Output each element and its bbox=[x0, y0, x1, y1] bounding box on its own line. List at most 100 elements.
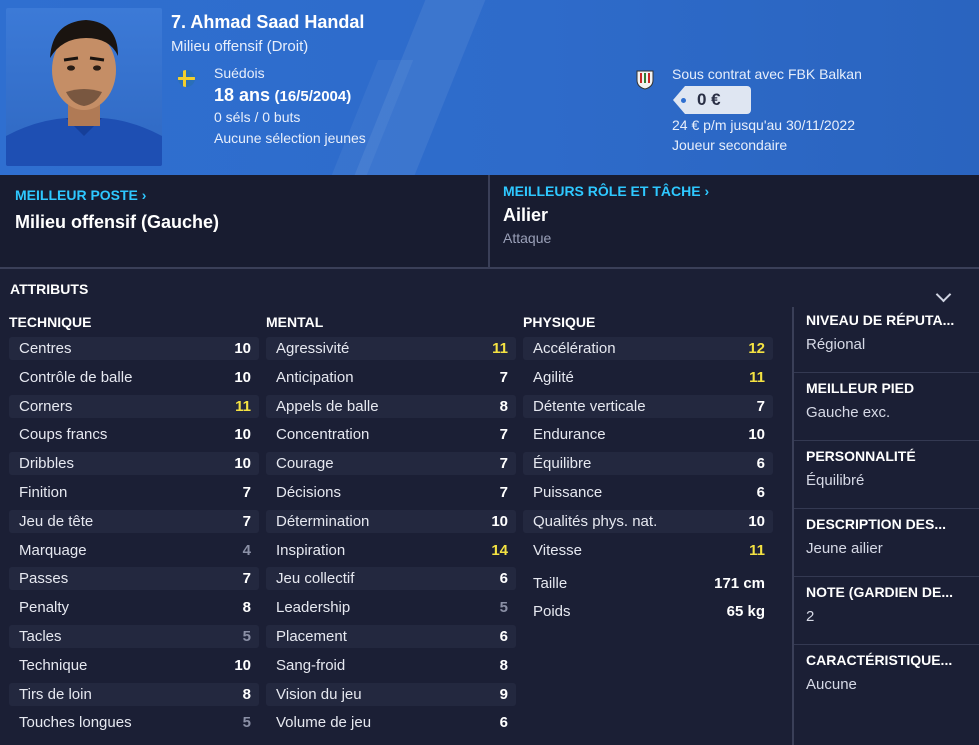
attribute-row-placement[interactable]: Placement 6 bbox=[266, 624, 516, 648]
attribute-name: Touches longues bbox=[19, 714, 132, 732]
attribute-row-technique[interactable]: Technique 10 bbox=[9, 654, 259, 677]
player-value: 0 € bbox=[697, 90, 721, 109]
attribute-row-endurance[interactable]: Endurance 10 bbox=[523, 423, 773, 446]
attribute-row-corners[interactable]: Corners 11 bbox=[9, 394, 259, 418]
player-info-column: NIVEAU DE RÉPUTA... Régional MEILLEUR PIED… bbox=[792, 307, 979, 745]
attribute-row-detente-verticale[interactable]: Détente verticale 7 bbox=[523, 394, 773, 418]
youth-caps: Aucune sélection jeunes bbox=[214, 130, 366, 146]
attribute-row-inspiration[interactable]: Inspiration 14 bbox=[266, 539, 516, 562]
attribute-row-penalty[interactable]: Penalty 8 bbox=[9, 596, 259, 619]
attribute-row-equilibre[interactable]: Équilibre 6 bbox=[523, 452, 773, 476]
attribute-row-touches-longues[interactable]: Touches longues 5 bbox=[9, 711, 259, 734]
attribute-row-tirs-de-loin[interactable]: Tirs de loin 8 bbox=[9, 682, 259, 706]
attribute-row-appels-de-balle[interactable]: Appels de balle 8 bbox=[266, 394, 516, 418]
contract-club[interactable]: Sous contrat avec FBK Balkan bbox=[672, 66, 862, 82]
attribute-row-passes[interactable]: Passes 7 bbox=[9, 567, 259, 591]
attribute-name: Penalty bbox=[19, 599, 70, 617]
attribute-row-tacles[interactable]: Tacles 5 bbox=[9, 624, 259, 648]
player-photo bbox=[6, 8, 162, 166]
attribute-name: Technique bbox=[19, 656, 88, 674]
attribute-name: Contrôle de balle bbox=[19, 368, 133, 386]
attribute-value: 12 bbox=[748, 340, 765, 357]
attribute-row-decisions[interactable]: Décisions 7 bbox=[266, 481, 516, 504]
attribute-value: 11 bbox=[749, 541, 765, 559]
attribute-row-leadership[interactable]: Leadership 5 bbox=[266, 596, 516, 619]
divider bbox=[794, 372, 979, 373]
attribute-row-controle-de-balle[interactable]: Contrôle de balle 10 bbox=[9, 366, 259, 389]
attribute-row-puissance[interactable]: Puissance 6 bbox=[523, 481, 773, 504]
attribute-value: 9 bbox=[499, 685, 508, 703]
attribute-value: 14 bbox=[491, 541, 508, 559]
wage-info: 24 € p/m jusqu'au 30/11/2022 bbox=[672, 117, 855, 133]
attribute-name: Agressivité bbox=[276, 340, 350, 357]
attribute-row-anticipation[interactable]: Anticipation 7 bbox=[266, 366, 516, 389]
attribute-value: 7 bbox=[499, 426, 508, 444]
attribute-row-coups-francs[interactable]: Coups francs 10 bbox=[9, 423, 259, 446]
attribute-value: 7 bbox=[499, 455, 508, 473]
attribute-row-sang-froid[interactable]: Sang-froid 8 bbox=[266, 654, 516, 677]
attribute-row-jeu-de-tete[interactable]: Jeu de tête 7 bbox=[9, 509, 259, 533]
info-value: Gauche exc. bbox=[806, 404, 891, 421]
attribute-row-marquage[interactable]: Marquage 4 bbox=[9, 539, 259, 562]
attribute-name: Corners bbox=[19, 397, 73, 415]
attribute-row-volume-de-jeu[interactable]: Volume de jeu 6 bbox=[266, 711, 516, 734]
attribute-name: Puissance bbox=[533, 483, 603, 501]
attribute-row-vision-du-jeu[interactable]: Vision du jeu 9 bbox=[266, 682, 516, 706]
height-row: Taille 171 cm bbox=[523, 572, 773, 595]
physical-header: PHYSIQUE bbox=[523, 314, 596, 330]
mental-attributes: Agressivité 11 Anticipation 7 Appels de ball… bbox=[266, 337, 516, 740]
sweden-flag-icon bbox=[178, 70, 195, 87]
attribute-value: 10 bbox=[491, 512, 508, 530]
physical-attributes: Accélération 12 Agilité 11 Détente verticale… bbox=[523, 337, 773, 567]
attribute-row-determination[interactable]: Détermination 10 bbox=[266, 509, 516, 533]
attribute-row-vitesse[interactable]: Vitesse 11 bbox=[523, 539, 773, 562]
attribute-name: Tacles bbox=[19, 627, 62, 645]
attribute-value: 5 bbox=[242, 627, 251, 645]
attribute-value: 10 bbox=[748, 512, 765, 530]
info-block: CARACTÉRISTIQUE... Aucune bbox=[806, 652, 976, 693]
best-role-value: Ailier bbox=[503, 205, 549, 225]
info-title: CARACTÉRISTIQUE... bbox=[806, 652, 953, 668]
attribute-row-dribbles[interactable]: Dribbles 10 bbox=[9, 452, 259, 476]
attribute-row-agilite[interactable]: Agilité 11 bbox=[523, 366, 773, 389]
attribute-row-centres[interactable]: Centres 10 bbox=[9, 337, 259, 360]
attribute-name: Sang-froid bbox=[276, 656, 346, 674]
best-position-link[interactable]: MEILLEUR POSTE › bbox=[15, 187, 146, 203]
attribute-name: Coups francs bbox=[19, 426, 108, 444]
info-title: NIVEAU DE RÉPUTA... bbox=[806, 312, 955, 328]
attribute-name: Leadership bbox=[276, 599, 351, 617]
attribute-row-concentration[interactable]: Concentration 7 bbox=[266, 423, 516, 446]
attribute-value: 10 bbox=[234, 656, 251, 674]
info-value: Équilibré bbox=[806, 472, 865, 489]
chevron-down-icon[interactable] bbox=[935, 286, 952, 303]
attribute-row-qualites-phys-nat[interactable]: Qualités phys. nat. 10 bbox=[523, 509, 773, 533]
attribute-name: Tirs de loin bbox=[19, 685, 92, 703]
height-label: Taille bbox=[533, 575, 568, 592]
attribute-value: 8 bbox=[499, 656, 508, 674]
best-role-link[interactable]: MEILLEURS RÔLE ET TÂCHE › bbox=[503, 183, 709, 199]
attribute-value: 10 bbox=[748, 426, 765, 444]
attribute-value: 7 bbox=[242, 570, 251, 588]
attribute-name: Agilité bbox=[533, 368, 574, 386]
attribute-name: Passes bbox=[19, 570, 69, 588]
info-block: PERSONNALITÉ Équilibré bbox=[806, 448, 976, 489]
attribute-row-agressivite[interactable]: Agressivité 11 bbox=[266, 337, 516, 360]
attribute-name: Vitesse bbox=[533, 541, 582, 559]
attribute-value: 7 bbox=[499, 368, 508, 386]
attribute-name: Courage bbox=[276, 455, 334, 473]
nationality[interactable]: Suédois bbox=[214, 65, 265, 81]
attribute-name: Inspiration bbox=[276, 541, 346, 559]
attribute-row-jeu-collectif[interactable]: Jeu collectif 6 bbox=[266, 567, 516, 591]
attribute-row-courage[interactable]: Courage 7 bbox=[266, 452, 516, 476]
attribute-value: 4 bbox=[242, 541, 251, 559]
info-block: NIVEAU DE RÉPUTA... Régional bbox=[806, 312, 976, 353]
best-role-title: MEILLEURS RÔLE ET TÂCHE bbox=[503, 183, 701, 199]
date-of-birth: (16/5/2004) bbox=[274, 88, 352, 105]
attribute-value: 11 bbox=[492, 340, 508, 357]
height-value: 171 cm bbox=[714, 575, 765, 592]
info-title: PERSONNALITÉ bbox=[806, 448, 916, 464]
value-tag: 0 € bbox=[673, 86, 751, 114]
club-badge-icon[interactable] bbox=[636, 70, 654, 90]
attribute-row-acceleration[interactable]: Accélération 12 bbox=[523, 337, 773, 360]
attribute-row-finition[interactable]: Finition 7 bbox=[9, 481, 259, 504]
